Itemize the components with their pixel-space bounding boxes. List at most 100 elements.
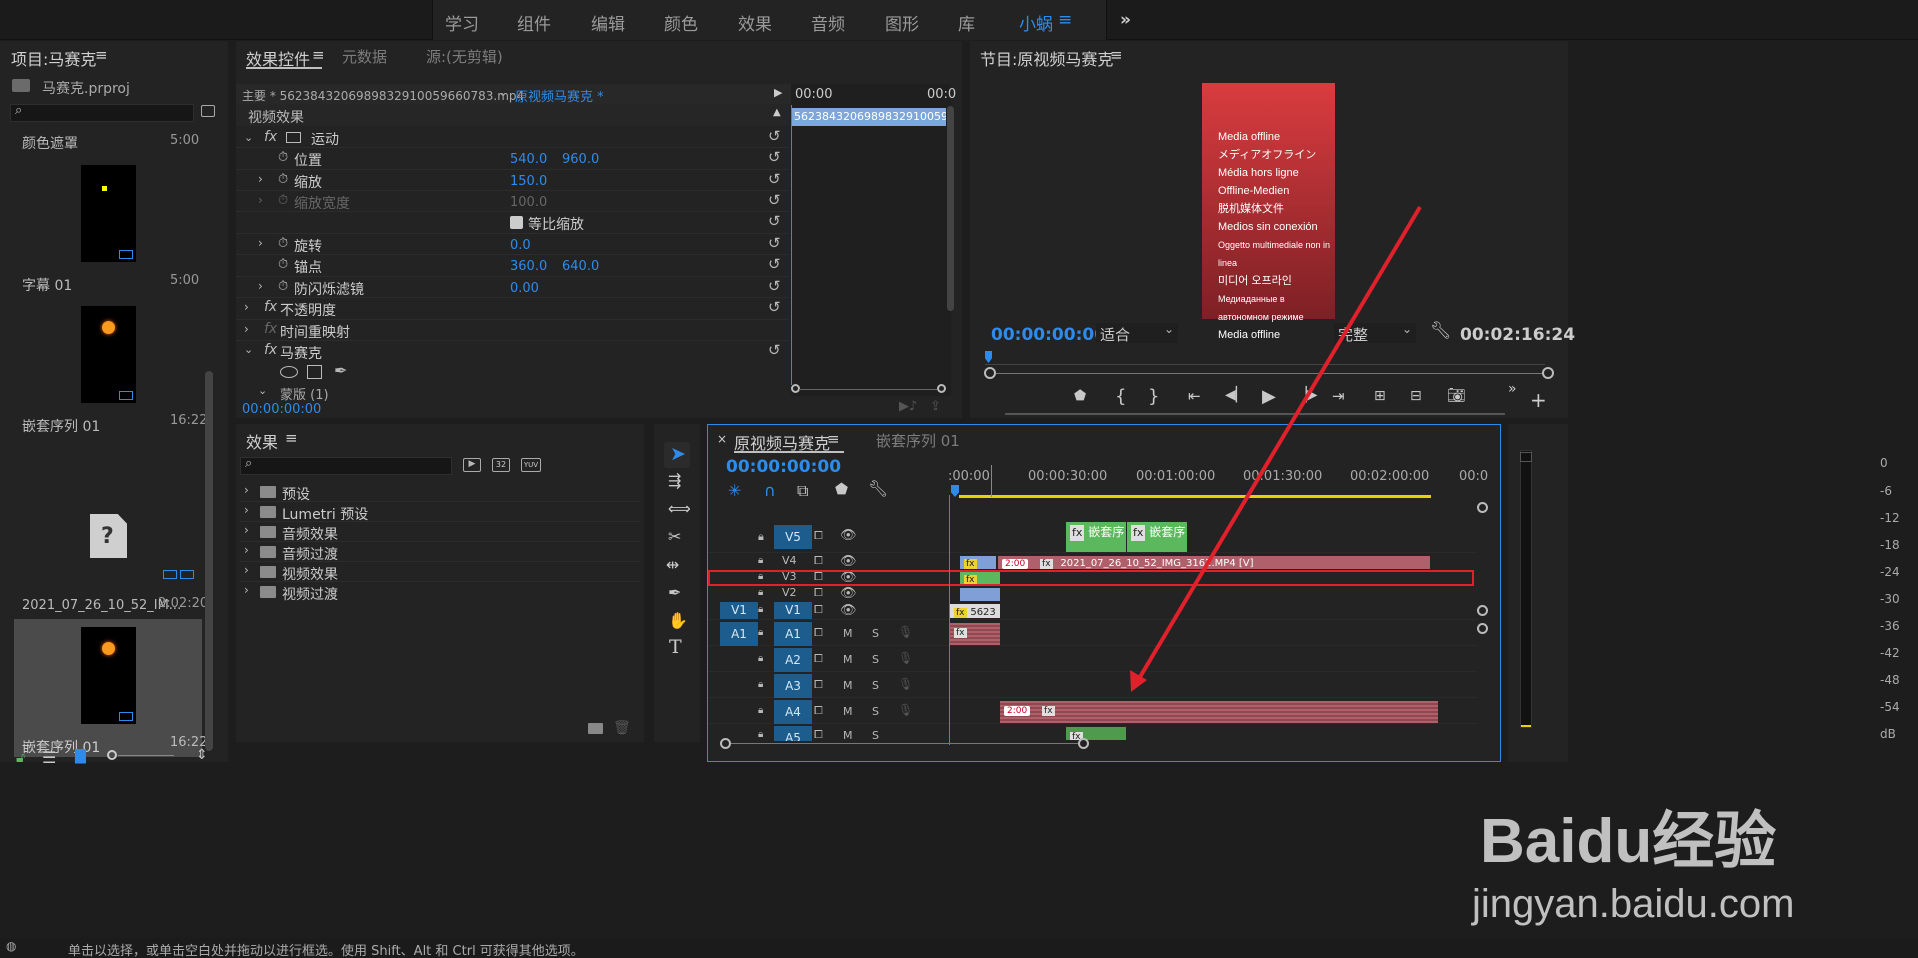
settings-wrench-icon[interactable]: 🔧︎ xyxy=(1430,321,1452,341)
eye-icon[interactable]: 👁︎ xyxy=(840,554,857,569)
track-label[interactable]: V4 xyxy=(782,554,797,567)
param-value[interactable]: 0.0 xyxy=(510,238,531,253)
sync-lock-icon[interactable]: ⧠ xyxy=(814,603,823,617)
zoom-scroll-track[interactable] xyxy=(996,373,1542,374)
mute-button[interactable]: M xyxy=(843,653,853,666)
lock-icon[interactable]: 🔓︎ xyxy=(16,750,25,766)
chevron-right-icon[interactable]: › xyxy=(258,236,263,250)
reset-icon[interactable]: ↺ xyxy=(768,255,781,273)
go-to-in-icon[interactable]: ⇤ xyxy=(1188,387,1201,405)
chevron-right-icon[interactable]: › xyxy=(258,193,263,207)
timeline-ruler[interactable]: :00:00 00:00:30:00 00:01:00:00 00:01:30:… xyxy=(948,465,1488,498)
mute-button[interactable]: M xyxy=(843,679,853,692)
tab-metadata[interactable]: 元数据 xyxy=(342,46,387,67)
param-value-x[interactable]: 360.0 xyxy=(510,259,547,274)
mark-in-icon[interactable]: { xyxy=(1115,386,1126,407)
nest-toggle-icon[interactable]: ✳ xyxy=(728,481,741,500)
master-clip-label[interactable]: 主要 * 5623843206989832910059660783.mp4 xyxy=(242,87,524,104)
effects-folder-video-transitions[interactable]: › 视频过渡 xyxy=(240,582,640,603)
step-forward-icon[interactable]: ▕▶ xyxy=(1296,387,1318,403)
solo-button[interactable]: S xyxy=(872,627,879,640)
microphone-icon[interactable]: 🎙︎ xyxy=(898,651,913,665)
param-value[interactable]: 150.0 xyxy=(510,174,547,189)
vertical-zoom-handle[interactable] xyxy=(1477,623,1488,634)
zoom-handle-right[interactable] xyxy=(1542,367,1554,379)
sync-lock-icon[interactable]: ⧠ xyxy=(814,529,823,543)
vertical-zoom-handle[interactable] xyxy=(1477,605,1488,616)
export-frame-icon[interactable]: ⇪ xyxy=(930,399,941,414)
linked-selection-icon[interactable]: ⧉ xyxy=(797,481,808,501)
v2-clip[interactable] xyxy=(960,588,1000,601)
bin-item-thumbnail[interactable] xyxy=(81,165,136,262)
mini-clip[interactable]: 562384320698983291005966 xyxy=(792,108,946,126)
stopwatch-icon[interactable]: ⏱︎ xyxy=(278,279,288,294)
source-patch-v1[interactable]: V1 xyxy=(720,602,758,619)
new-bin-search-icon[interactable] xyxy=(201,105,215,117)
reset-icon[interactable]: ↺ xyxy=(768,341,781,359)
missing-media-icon[interactable]: ? xyxy=(90,514,127,558)
effect-mini-timeline[interactable]: 00:00 00:0 562384320698983291005966 xyxy=(791,84,956,396)
effects-folder-lumetri[interactable]: › Lumetri 预设 xyxy=(240,502,640,523)
new-bin-icon[interactable] xyxy=(588,723,603,734)
main-video-clip[interactable]: 2:00 fx 2021_07_26_10_52_IMG_3162.MP4 [V… xyxy=(998,556,1430,569)
project-search-input[interactable]: ⌕ xyxy=(10,103,194,122)
project-scrollbar[interactable] xyxy=(205,371,213,751)
reset-icon[interactable]: ↺ xyxy=(768,277,781,295)
lock-icon[interactable]: 🔒︎ xyxy=(758,604,763,615)
lock-icon[interactable]: 🔒︎ xyxy=(758,679,763,690)
tab-source[interactable]: 源:(无剪辑) xyxy=(426,46,503,67)
eye-icon[interactable]: 👁︎ xyxy=(840,528,857,543)
go-to-out-icon[interactable]: ⇥ xyxy=(1332,387,1345,405)
a5-audio-clip[interactable]: fx xyxy=(1066,727,1126,740)
effects-search-input[interactable]: ⌕ xyxy=(240,456,452,475)
fx-badge[interactable]: fx xyxy=(264,321,277,337)
param-value-y[interactable]: 640.0 xyxy=(562,259,599,274)
list-view-icon[interactable]: ☰ xyxy=(42,748,56,767)
effects-folder-video-effects[interactable]: › 视频效果 xyxy=(240,562,640,583)
button-editor-plus-icon[interactable]: + xyxy=(1530,388,1547,412)
effect-controls-scrollbar[interactable] xyxy=(947,106,954,311)
lock-icon[interactable]: 🔒︎ xyxy=(758,653,763,664)
razor-tool-icon[interactable]: ✂ xyxy=(668,527,681,546)
lock-icon[interactable]: 🔒︎ xyxy=(758,729,763,740)
close-tab-icon[interactable]: × xyxy=(717,432,727,446)
ripple-edit-tool-icon[interactable]: ⟺ xyxy=(668,499,691,518)
horizontal-scroll-track[interactable] xyxy=(731,743,1078,744)
transform-icon[interactable] xyxy=(286,132,301,143)
program-time-ruler[interactable] xyxy=(985,351,1545,365)
slip-tool-icon[interactable]: ⇹ xyxy=(666,555,679,574)
effects-menu-icon[interactable]: ≡ xyxy=(285,429,298,447)
nested-sequence-clip[interactable]: fx 嵌套序 xyxy=(1127,522,1187,552)
workspace-tab-effects[interactable]: 效果 xyxy=(738,10,772,35)
effect-controls-timecode[interactable]: 00:00:00:00 xyxy=(242,402,321,417)
track-target[interactable]: A5 xyxy=(774,726,812,741)
eye-icon[interactable]: 👁︎ xyxy=(840,603,857,618)
rectangle-mask-icon[interactable] xyxy=(307,365,322,379)
chevron-right-icon[interactable]: › xyxy=(258,172,263,186)
effects-folder-presets[interactable]: › 预设 xyxy=(240,482,640,503)
lock-icon[interactable]: 🔒︎ xyxy=(758,705,763,716)
timeline-settings-icon[interactable]: 🔧︎ xyxy=(868,479,888,498)
pen-tool-icon[interactable]: ✒ xyxy=(668,583,681,602)
param-value-y[interactable]: 960.0 xyxy=(562,152,599,167)
zoom-handle-left[interactable] xyxy=(984,367,996,379)
vertical-zoom-handle[interactable] xyxy=(1477,502,1488,513)
export-audio-icon[interactable]: ▶♪ xyxy=(899,399,917,414)
project-menu-icon[interactable]: ≡ xyxy=(95,46,108,64)
zoom-slider-handle[interactable] xyxy=(107,750,117,760)
v1-clip[interactable]: fx 5623 xyxy=(950,604,1000,618)
microphone-icon[interactable]: 🎙︎ xyxy=(898,703,913,717)
workspace-overflow-icon[interactable]: » xyxy=(1120,10,1131,30)
param-value[interactable]: 0.00 xyxy=(510,281,539,296)
lock-icon[interactable]: 🔒︎ xyxy=(758,627,763,638)
reset-icon[interactable]: ↺ xyxy=(768,170,781,188)
sync-lock-icon[interactable]: ⧠ xyxy=(814,678,823,692)
playhead-line[interactable] xyxy=(949,495,950,745)
accelerated-effects-icon[interactable]: ▶ xyxy=(463,458,481,472)
a4-audio-clip[interactable]: 2:00 fx xyxy=(1000,701,1438,723)
mute-button[interactable]: M xyxy=(843,627,853,640)
mini-scroll-track[interactable] xyxy=(799,389,937,390)
eye-icon[interactable]: 👁︎ xyxy=(840,586,857,601)
step-back-icon[interactable]: ◀▏ xyxy=(1225,387,1247,403)
quality-dropdown[interactable]: 完整 ⌄ xyxy=(1334,322,1416,344)
